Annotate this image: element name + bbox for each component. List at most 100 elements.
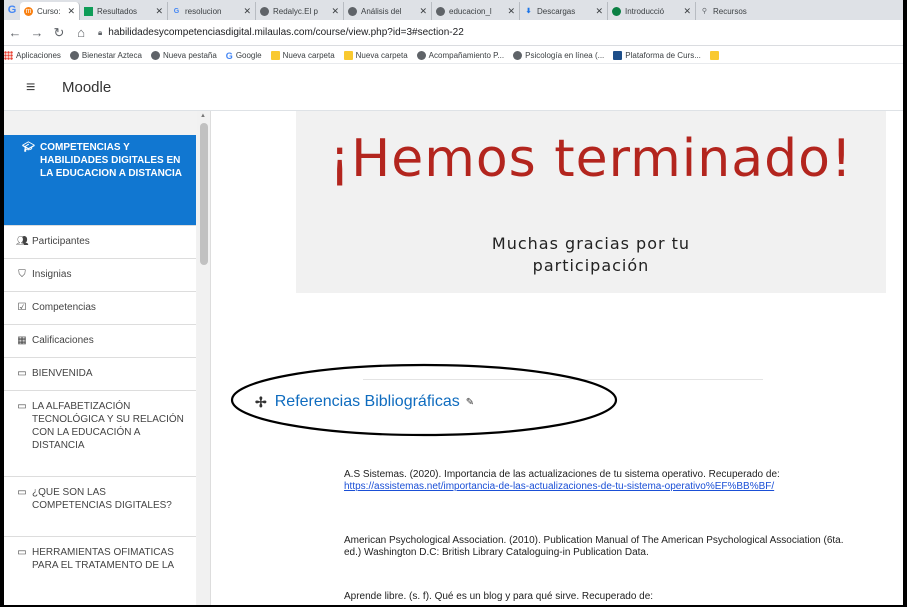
reference-item: Aprende libre. (s. f). Qué es un blog y … xyxy=(344,591,844,603)
tab-title: resolucion xyxy=(185,6,222,16)
tab-redalyc[interactable]: Redalyc.El p ✕ xyxy=(256,2,344,20)
download-icon: ⬇ xyxy=(525,7,532,15)
nav-drawer: 🎓︎ COMPETENCIAS Y HABILIDADES DIGITALES … xyxy=(4,111,211,605)
bookmark-acompanamiento[interactable]: Acompañamiento P... xyxy=(416,50,504,60)
close-tab-icon[interactable]: ✕ xyxy=(419,6,427,17)
close-tab-icon[interactable]: ✕ xyxy=(155,6,163,17)
bookmark-google[interactable]: G Google xyxy=(225,50,262,61)
graduation-cap-icon: 🎓︎ xyxy=(22,142,35,153)
drawer-course-item[interactable]: 🎓︎ COMPETENCIAS Y HABILIDADES DIGITALES … xyxy=(4,135,196,225)
google-icon: G xyxy=(225,50,233,61)
drawer-scrollbar[interactable]: ▲ xyxy=(197,111,210,605)
drawer-item-alfabetizacion[interactable]: ▭ LA ALFABETIZACIÓN TECNOLÓGICA Y SU REL… xyxy=(4,390,196,476)
drawer-item-herramientas[interactable]: ▭ HERRAMIENTAS OFIMATICAS PARA EL TRATAM… xyxy=(4,536,196,605)
lock-icon: 🔒︎ xyxy=(98,27,103,37)
address-bar: ← → ↻ ⌂ 🔒︎ habilidadesycompetenciasdigit… xyxy=(4,20,903,46)
drawer-item-competencias-digitales[interactable]: ▭ ¿QUE SON LAS COMPETENCIAS DIGITALES? xyxy=(4,476,196,536)
drawer-item-label: LA ALFABETIZACIÓN TECNOLÓGICA Y SU RELAC… xyxy=(32,401,184,451)
back-icon[interactable]: ← xyxy=(4,25,26,40)
banner-title: ¡Hemos terminado! xyxy=(329,129,853,189)
close-tab-icon[interactable]: ✕ xyxy=(331,6,339,17)
drawer-item-participantes[interactable]: 👥︎ Participantes xyxy=(4,225,196,258)
globe-icon xyxy=(436,6,445,16)
table-icon: ▦ xyxy=(17,335,27,346)
apps-icon xyxy=(4,50,13,60)
menu-icon[interactable]: ≡ xyxy=(26,79,40,96)
tab-resolucion[interactable]: G resolucion ✕ xyxy=(168,2,256,20)
drawer-item-label: Insignias xyxy=(32,269,72,280)
users-icon: 👥︎ xyxy=(16,236,29,247)
close-tab-icon[interactable]: ✕ xyxy=(595,6,603,17)
checkbox-icon: ☑ xyxy=(17,302,27,313)
globe-icon xyxy=(260,6,269,16)
close-tab-icon[interactable]: ✕ xyxy=(683,6,691,17)
drawer-item-calificaciones[interactable]: ▦ Calificaciones xyxy=(4,324,196,357)
scrollbar-thumb[interactable] xyxy=(200,123,208,265)
reference-item: American Psychological Association. (201… xyxy=(344,535,844,559)
tab-resultados[interactable]: Resultados ✕ xyxy=(80,2,168,20)
drawer-item-label: BIENVENIDA xyxy=(32,368,93,379)
bookmark-aplicaciones[interactable]: Aplicaciones xyxy=(4,50,61,60)
bookmark-folder[interactable]: Nueva carpeta xyxy=(270,50,335,60)
reload-icon[interactable]: ↻ xyxy=(48,25,70,41)
folder-icon xyxy=(270,50,280,60)
section-title-row[interactable]: ✢ Referencias Bibliográficas ✎ xyxy=(255,393,474,411)
moodle-navbar: ≡ Moodle xyxy=(4,65,903,111)
pencil-icon[interactable]: ✎ xyxy=(466,397,474,408)
globe-icon xyxy=(69,50,79,60)
drawer-item-competencias[interactable]: ☑ Competencias xyxy=(4,291,196,324)
globe-icon xyxy=(348,6,357,16)
url-text: habilidadesycompetenciasdigital.milaulas… xyxy=(108,27,464,38)
main-content: ¡Hemos terminado! Muchas gracias por tu … xyxy=(211,111,903,605)
globe-icon: ⚲ xyxy=(701,7,708,15)
drawer-item-label: Calificaciones xyxy=(32,335,94,346)
bookmark-bienestar[interactable]: Bienestar Azteca xyxy=(69,50,142,60)
bookmark-label: Psicología en línea (... xyxy=(525,50,605,60)
tab-title: Análisis del xyxy=(361,6,402,16)
tab-curso[interactable]: m Curso: COM ✕ xyxy=(20,2,80,20)
bookmark-plataforma[interactable]: Plataforma de Curs... xyxy=(613,50,701,60)
globe-icon xyxy=(416,50,426,60)
bookmark-nueva-pestana[interactable]: Nueva pestaña xyxy=(150,50,217,60)
close-tab-icon[interactable]: ✕ xyxy=(243,6,251,17)
site-name[interactable]: Moodle xyxy=(62,79,111,96)
reference-item: A.S Sistemas. (2020). Importancia de las… xyxy=(344,469,844,493)
reference-text: A.S Sistemas. (2020). Importancia de las… xyxy=(344,469,780,480)
tab-recursos[interactable]: ⚲ Recursos xyxy=(696,2,776,20)
banner-thanks: Muchas gracias por tu participación xyxy=(491,234,691,275)
folder-icon xyxy=(343,50,353,60)
google-icon[interactable]: G xyxy=(4,0,20,20)
scroll-up-icon[interactable]: ▲ xyxy=(200,113,206,119)
globe-icon xyxy=(150,50,160,60)
drawer-item-label: HERRAMIENTAS OFIMATICAS PARA EL TRATAMEN… xyxy=(32,547,175,571)
bookmark-label: Bienestar Azteca xyxy=(81,50,142,60)
tab-introduccion[interactable]: Introducció ✕ xyxy=(608,2,696,20)
bookmark-folder[interactable] xyxy=(709,50,722,60)
drawer-item-bienvenida[interactable]: ▭ BIENVENIDA xyxy=(4,357,196,390)
bookmark-psicologia[interactable]: Psicología en línea (... xyxy=(513,50,605,60)
tab-title: Curso: COM xyxy=(37,6,63,16)
bookmarks-bar: Aplicaciones Bienestar Azteca Nueva pest… xyxy=(4,47,903,64)
bookmark-label: Nueva carpeta xyxy=(282,50,335,60)
tab-educacion[interactable]: educacion_l ✕ xyxy=(432,2,520,20)
close-tab-icon[interactable]: ✕ xyxy=(67,6,75,17)
close-tab-icon[interactable]: ✕ xyxy=(507,6,515,17)
moodle-icon: m xyxy=(24,6,33,16)
drawer-item-insignias[interactable]: ⛉ Insignias xyxy=(4,258,196,291)
folder-icon: ▭ xyxy=(17,487,27,498)
reference-link[interactable]: https://assistemas.net/importancia-de-la… xyxy=(344,481,774,492)
bookmark-folder[interactable]: Nueva carpeta xyxy=(343,50,408,60)
reference-text: American Psychological Association. (201… xyxy=(344,535,844,558)
globe-icon xyxy=(513,50,523,60)
completion-banner: ¡Hemos terminado! Muchas gracias por tu … xyxy=(296,111,886,293)
section-title[interactable]: Referencias Bibliográficas xyxy=(275,393,460,411)
drive-icon xyxy=(84,6,93,16)
tab-descargas[interactable]: ⬇ Descargas ✕ xyxy=(520,2,608,20)
home-icon[interactable]: ⌂ xyxy=(70,25,92,40)
url-field[interactable]: 🔒︎ habilidadesycompetenciasdigital.milau… xyxy=(98,27,464,38)
tab-analisis[interactable]: Análisis del ✕ xyxy=(344,2,432,20)
course-title: COMPETENCIAS Y HABILIDADES DIGITALES EN … xyxy=(40,142,183,179)
forward-icon[interactable]: → xyxy=(26,25,48,40)
move-icon[interactable]: ✢ xyxy=(255,394,267,411)
tab-title: Redalyc.El p xyxy=(273,6,318,16)
